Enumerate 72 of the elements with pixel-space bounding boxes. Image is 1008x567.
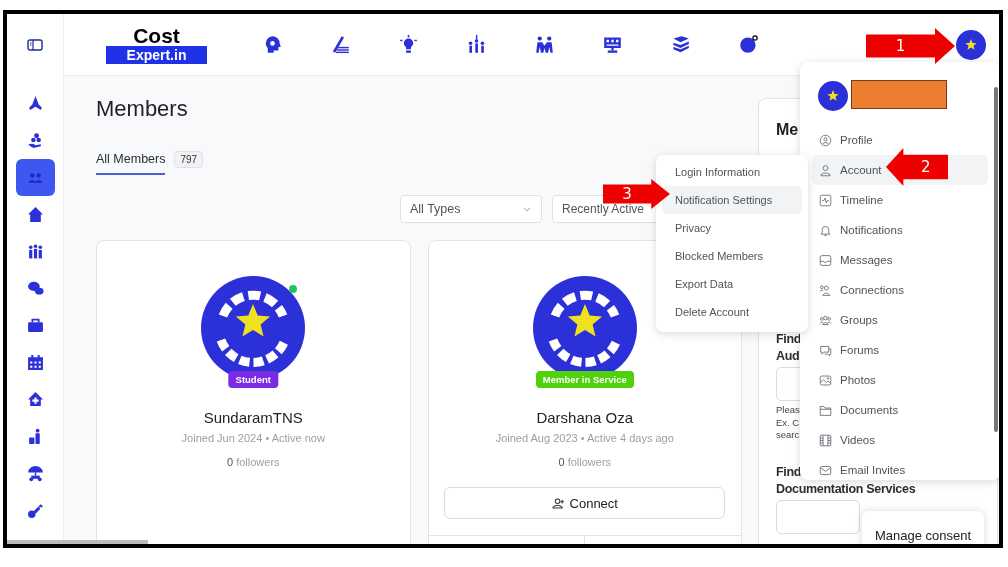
connect-button[interactable]: Connect: [444, 487, 726, 519]
users-icon: [819, 283, 832, 297]
avatar-icon: [818, 81, 848, 111]
followers-count: 0 followers: [558, 456, 612, 468]
film-icon: [819, 433, 832, 447]
menu-item[interactable]: Documents: [812, 395, 988, 425]
menu-item[interactable]: Videos: [812, 425, 988, 455]
chat-outline-icon: [819, 343, 832, 357]
help-text: Pleas: [776, 404, 800, 417]
menu-item[interactable]: Photos: [812, 365, 988, 395]
two-people-icon[interactable]: [535, 35, 554, 54]
envelope-icon: [819, 463, 832, 477]
user-circle-icon: [819, 133, 832, 147]
member-meta: Joined Jun 2024 • Active now: [181, 432, 325, 444]
briefcase-icon: [26, 317, 44, 334]
key-icon: [26, 502, 44, 519]
sidebar-toggle-icon[interactable]: [27, 38, 43, 51]
page-title: Members: [96, 96, 189, 122]
sidebar-item[interactable]: [15, 159, 55, 196]
group-icon: [26, 243, 44, 260]
logo-text: Expert.in: [106, 45, 207, 64]
count-badge: 797: [174, 151, 204, 168]
people-raised-hands-icon[interactable]: [467, 35, 486, 54]
books-icon[interactable]: [671, 35, 690, 54]
menu-item[interactable]: Timeline: [812, 185, 988, 215]
menu-item[interactable]: Delete Account: [662, 298, 802, 326]
hand-gears-icon: [26, 132, 44, 149]
help-text: Ex. C: [776, 416, 800, 429]
house-icon: [26, 206, 44, 223]
member-name[interactable]: Darshana Oza: [536, 409, 634, 426]
monitor-icon[interactable]: [603, 35, 622, 54]
globe-icon[interactable]: [739, 35, 758, 54]
help-text: searc: [776, 429, 800, 442]
followers-count: 0 followers: [226, 456, 280, 468]
logo-text: Cost: [133, 25, 180, 46]
group-outline-icon: [819, 313, 832, 327]
activity-icon: [819, 193, 832, 207]
widget-title: Me: [776, 121, 800, 139]
user-plus-icon: [551, 497, 565, 509]
menu-item[interactable]: Export Data: [662, 270, 802, 298]
menu-item[interactable]: Notifications: [812, 215, 988, 245]
lightbulb-icon[interactable]: [399, 35, 418, 54]
search-field[interactable]: [776, 499, 860, 534]
member-type-badge: Student: [228, 371, 278, 388]
image-icon: [819, 373, 832, 387]
horizontal-scrollbar[interactable]: [7, 540, 148, 544]
tab[interactable]: All Members: [96, 152, 166, 175]
manage-consent-button[interactable]: Manage consent: [862, 511, 984, 544]
menu-item[interactable]: Notification Settings: [662, 186, 802, 214]
bell-icon: [819, 223, 832, 237]
umbrella-icon: [26, 465, 44, 482]
chevron-down-icon: [523, 206, 531, 212]
avatar-icon[interactable]: [956, 29, 986, 60]
member-name[interactable]: SundaramTNS: [203, 409, 303, 426]
house-plus-icon: [26, 391, 44, 408]
widget-heading: Aud: [776, 348, 800, 365]
chat-icon: [26, 280, 44, 297]
filter-dropdown[interactable]: All Types: [400, 195, 542, 223]
vertical-scrollbar[interactable]: [994, 87, 998, 432]
widget-heading: Find: [776, 463, 802, 481]
pen-lines-icon[interactable]: [331, 35, 350, 54]
member-meta: Joined Aug 2023 • Active 4 days ago: [495, 432, 674, 444]
head-gear-icon[interactable]: [263, 35, 282, 54]
menu-item[interactable]: Connections: [812, 275, 988, 305]
menu-item[interactable]: Groups: [812, 305, 988, 335]
menu-item[interactable]: Messages: [812, 245, 988, 275]
folder-icon: [819, 403, 832, 417]
member-type-badge: Member in Service: [535, 371, 634, 388]
menu-item[interactable]: Blocked Members: [662, 242, 802, 270]
inbox-icon: [819, 253, 832, 267]
menu-item[interactable]: Forums: [812, 335, 988, 365]
calendar-icon: [26, 354, 44, 371]
